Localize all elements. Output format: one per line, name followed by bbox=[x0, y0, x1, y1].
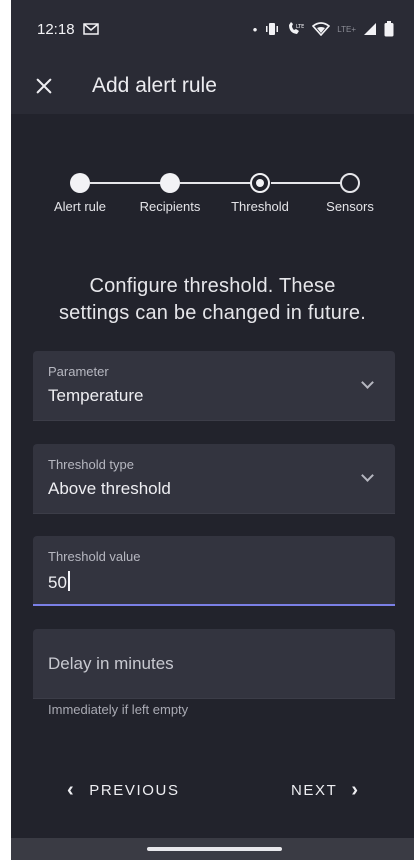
next-label: NEXT bbox=[291, 781, 338, 799]
chevron-right-icon: › bbox=[351, 778, 360, 801]
phone-screen: 12:18 • LTE LTE+ Add alert rule Alert ru… bbox=[11, 0, 414, 860]
threshold-type-label: Threshold type bbox=[48, 457, 134, 472]
app-bar: Add alert rule bbox=[11, 58, 414, 114]
chevron-left-icon: ‹ bbox=[67, 778, 76, 801]
signal-icon bbox=[364, 23, 376, 35]
gesture-bar bbox=[11, 838, 414, 860]
stepper: Alert rule Recipients Threshold Sensors bbox=[11, 168, 414, 218]
step-label-recipients: Recipients bbox=[139, 199, 201, 214]
heading-line-1: Configure threshold. These bbox=[89, 275, 336, 297]
status-bar: 12:18 • LTE LTE+ bbox=[11, 0, 414, 58]
battery-icon bbox=[384, 21, 394, 37]
lte-call-icon: LTE bbox=[289, 22, 305, 34]
previous-button[interactable]: ‹ PREVIOUS bbox=[67, 776, 180, 804]
status-icons: • LTE LTE+ bbox=[253, 21, 394, 37]
threshold-type-value: Above threshold bbox=[48, 479, 171, 498]
step-dot-threshold bbox=[250, 173, 270, 193]
previous-label: PREVIOUS bbox=[89, 781, 180, 799]
wifi-icon bbox=[312, 22, 331, 36]
page-title: Add alert rule bbox=[92, 74, 217, 97]
step-label-threshold: Threshold bbox=[231, 199, 289, 214]
step-label-alert-rule: Alert rule bbox=[53, 199, 107, 214]
status-left: 12:18 bbox=[37, 21, 99, 38]
next-button[interactable]: NEXT › bbox=[291, 776, 360, 804]
step-dot-sensors bbox=[340, 173, 360, 193]
threshold-value: 50 bbox=[48, 573, 67, 592]
threshold-value-input[interactable]: Threshold value 50 bbox=[33, 536, 395, 606]
delay-helper-text: Immediately if left empty bbox=[48, 702, 189, 717]
vibrate-icon bbox=[266, 23, 279, 35]
instruction-heading: Configure threshold. These settings can … bbox=[11, 273, 414, 327]
threshold-value-text: 50 bbox=[48, 571, 70, 593]
stepper-connector-2 bbox=[180, 182, 261, 184]
parameter-label: Parameter bbox=[48, 364, 109, 379]
step-dot-recipients bbox=[160, 173, 180, 193]
threshold-value-label: Threshold value bbox=[48, 549, 141, 564]
parameter-select[interactable]: Parameter Temperature bbox=[33, 351, 395, 421]
chevron-down-icon bbox=[361, 469, 374, 482]
close-icon[interactable] bbox=[33, 75, 55, 97]
text-cursor bbox=[67, 571, 70, 591]
heading-line-2: settings can be changed in future. bbox=[58, 302, 366, 324]
step-dot-alert-rule bbox=[70, 173, 90, 193]
lte-plus-label: LTE+ bbox=[337, 24, 356, 34]
mail-icon bbox=[82, 23, 99, 35]
parameter-value: Temperature bbox=[48, 386, 144, 405]
svg-text:LTE: LTE bbox=[296, 24, 304, 30]
notification-dot: • bbox=[252, 21, 258, 37]
stepper-connector-1 bbox=[90, 182, 170, 184]
home-gesture-handle[interactable] bbox=[147, 847, 282, 851]
stepper-connector-3 bbox=[271, 182, 351, 184]
threshold-type-select[interactable]: Threshold type Above threshold bbox=[33, 444, 395, 514]
clock: 12:18 bbox=[37, 20, 75, 38]
delay-placeholder: Delay in minutes bbox=[48, 654, 174, 673]
delay-input[interactable]: Delay in minutes bbox=[33, 629, 395, 699]
chevron-down-icon bbox=[361, 376, 374, 389]
step-label-sensors: Sensors bbox=[326, 199, 374, 214]
